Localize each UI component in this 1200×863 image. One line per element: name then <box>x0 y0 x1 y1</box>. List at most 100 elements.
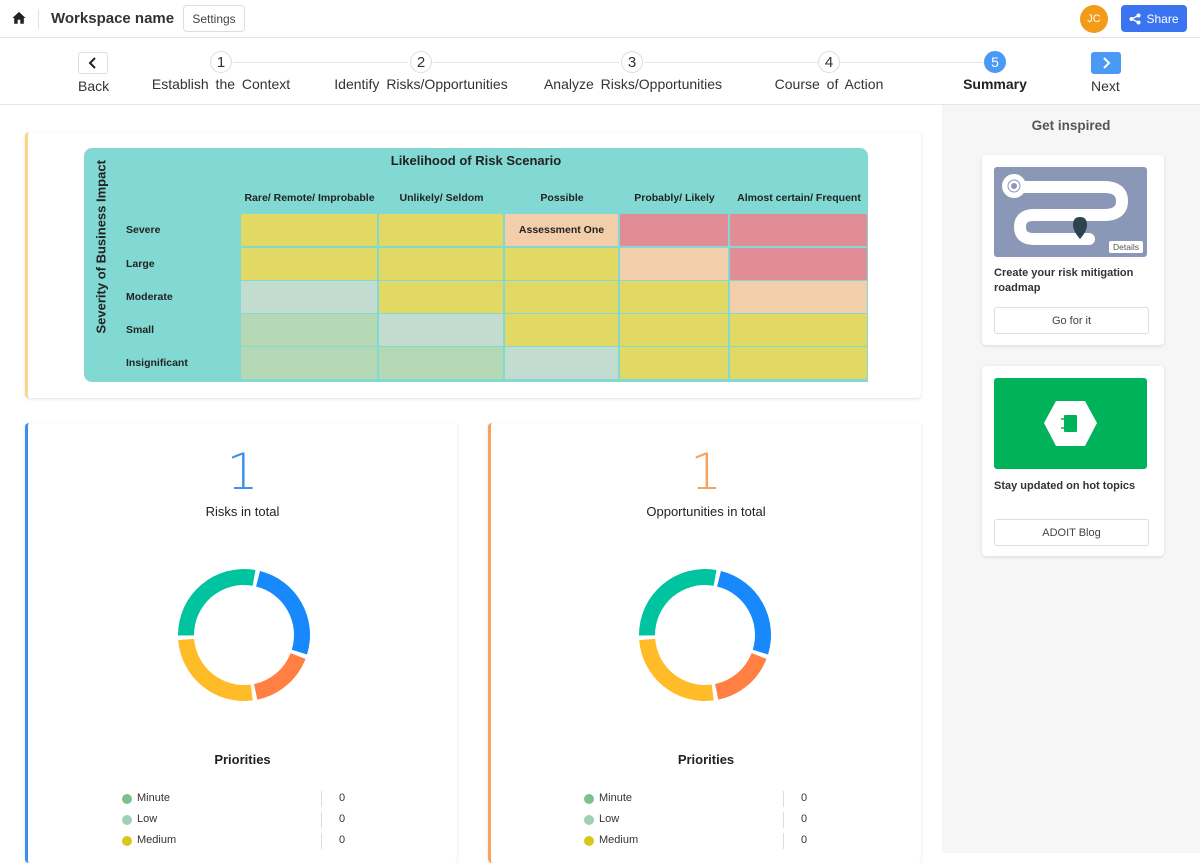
divider <box>321 833 322 849</box>
chevron-left-icon <box>88 57 96 69</box>
priority-dot-icon <box>584 836 594 846</box>
matrix-cell[interactable] <box>379 347 503 379</box>
opportunities-priorities-title: Priorities <box>677 752 735 767</box>
matrix-cell[interactable] <box>730 314 867 346</box>
matrix-cell[interactable] <box>620 214 728 246</box>
next-button[interactable] <box>1091 52 1121 74</box>
matrix-cell[interactable] <box>241 248 377 280</box>
matrix-column-header: Rare/ Remote/ Improbable <box>244 192 375 204</box>
next-label[interactable]: Next <box>1091 78 1120 94</box>
priority-count: 0 <box>339 834 346 846</box>
matrix-cell-assessment[interactable]: Assessment One <box>505 214 618 246</box>
share-button[interactable]: Share <box>1121 5 1187 32</box>
donut-segment-blue[interactable] <box>717 570 771 655</box>
step-1-number[interactable]: 1 <box>210 51 232 73</box>
matrix-cell[interactable] <box>730 347 867 379</box>
matrix-row-header: Small <box>126 324 155 336</box>
settings-button[interactable]: Settings <box>183 5 245 32</box>
risks-label: Risks in total <box>205 504 280 519</box>
priority-name: Low <box>599 813 620 825</box>
home-icon[interactable] <box>12 11 26 25</box>
priority-name: Medium <box>137 834 177 846</box>
step-4-number[interactable]: 4 <box>818 51 840 73</box>
priority-row: Low 0 <box>584 812 824 828</box>
priority-row: Minute 0 <box>584 791 824 807</box>
matrix-column-header: Almost certain/ Frequent <box>737 192 861 204</box>
step-5-label[interactable]: Summary <box>963 76 1027 92</box>
priority-row: Medium 0 <box>584 833 824 849</box>
details-tag[interactable]: Details <box>1109 241 1143 253</box>
donut-segment-green[interactable] <box>178 569 256 636</box>
matrix-cell[interactable] <box>241 214 377 246</box>
matrix-cell[interactable] <box>620 314 728 346</box>
risk-matrix-card: Likelihood of Risk Scenario Severity of … <box>25 132 921 398</box>
step-connector <box>644 62 818 63</box>
donut-segment-orange[interactable] <box>254 653 306 700</box>
stepper: Back 1 Establish the Context 2 Identify … <box>0 38 1200 105</box>
priority-count: 0 <box>801 813 808 825</box>
matrix-cell[interactable] <box>241 281 377 313</box>
donut-segment-green[interactable] <box>639 569 717 636</box>
priority-row: Minute 0 <box>122 791 362 807</box>
back-button[interactable] <box>78 52 108 74</box>
avatar[interactable]: JC <box>1080 5 1108 33</box>
matrix-row-header: Large <box>126 258 155 270</box>
donut-segment-yellow[interactable] <box>639 638 714 701</box>
priority-name: Medium <box>599 834 639 846</box>
back-label[interactable]: Back <box>78 78 109 94</box>
matrix-cell[interactable] <box>241 314 377 346</box>
top-bar: Workspace name Settings JC Share <box>0 0 1200 38</box>
priority-name: Minute <box>599 792 633 804</box>
matrix-cell[interactable] <box>730 281 867 313</box>
matrix-cell[interactable] <box>620 281 728 313</box>
step-connector <box>840 62 983 63</box>
priority-count: 0 <box>801 834 808 846</box>
get-inspired-sidebar: Get inspired Details Create your risk mi… <box>942 105 1200 853</box>
matrix-cell[interactable] <box>379 281 503 313</box>
priority-dot-icon <box>122 794 132 804</box>
matrix-cell[interactable] <box>241 347 377 379</box>
step-5-number[interactable]: 5 <box>984 51 1006 73</box>
priority-name: Minute <box>137 792 171 804</box>
matrix-cell[interactable] <box>505 347 618 379</box>
step-2-number[interactable]: 2 <box>410 51 432 73</box>
step-4-label[interactable]: Course of Action <box>775 76 884 92</box>
matrix-cell[interactable] <box>505 314 618 346</box>
chevron-right-icon <box>1103 57 1111 69</box>
matrix-cell[interactable] <box>379 314 503 346</box>
workspace-name: Workspace name <box>51 10 175 27</box>
matrix-column-header: Unlikely/ Seldom <box>399 192 484 204</box>
opportunities-label: Opportunities in total <box>646 504 766 519</box>
risks-donut-chart <box>178 569 310 701</box>
blog-card-text: Stay updated on hot topics <box>994 480 1136 492</box>
matrix-cell[interactable] <box>730 248 867 280</box>
adoit-blog-button[interactable]: ADOIT Blog <box>994 519 1149 546</box>
risks-priorities-title: Priorities <box>214 752 271 767</box>
step-3-number[interactable]: 3 <box>621 51 643 73</box>
matrix-cell[interactable] <box>620 347 728 379</box>
matrix-cell[interactable] <box>730 214 867 246</box>
matrix-cell[interactable] <box>505 281 618 313</box>
roadmap-illustration[interactable]: Details <box>994 167 1147 257</box>
opportunities-total: 1 <box>690 443 722 501</box>
donut-segment-orange[interactable] <box>715 653 767 700</box>
step-2-label[interactable]: Identify Risks/Opportunities <box>334 76 507 92</box>
donut-segment-yellow[interactable] <box>178 638 253 701</box>
opportunities-card: 1 Opportunities in total Priorities Minu… <box>488 423 921 863</box>
matrix-cell[interactable] <box>620 248 728 280</box>
matrix-column-header: Possible <box>540 192 584 204</box>
blog-image[interactable] <box>994 378 1147 469</box>
risks-card: 1 Risks in total Priorities Minute 0 Low 0 M… <box>25 423 457 863</box>
roadmap-card-text: Create your risk mitigation roadmap <box>994 267 1134 294</box>
blog-notebook-icon <box>1044 401 1097 446</box>
priority-row: Low 0 <box>122 812 362 828</box>
matrix-cell[interactable] <box>505 248 618 280</box>
donut-segment-blue[interactable] <box>256 570 310 655</box>
matrix-cell[interactable] <box>379 248 503 280</box>
matrix-cell[interactable] <box>379 214 503 246</box>
blog-card: Stay updated on hot topics ADOIT Blog <box>982 366 1164 556</box>
step-1-label[interactable]: Establish the Context <box>152 76 290 92</box>
step-3-label[interactable]: Analyze Risks/Opportunities <box>544 76 722 92</box>
go-for-it-button[interactable]: Go for it <box>994 307 1149 334</box>
risks-total: 1 <box>226 443 259 501</box>
